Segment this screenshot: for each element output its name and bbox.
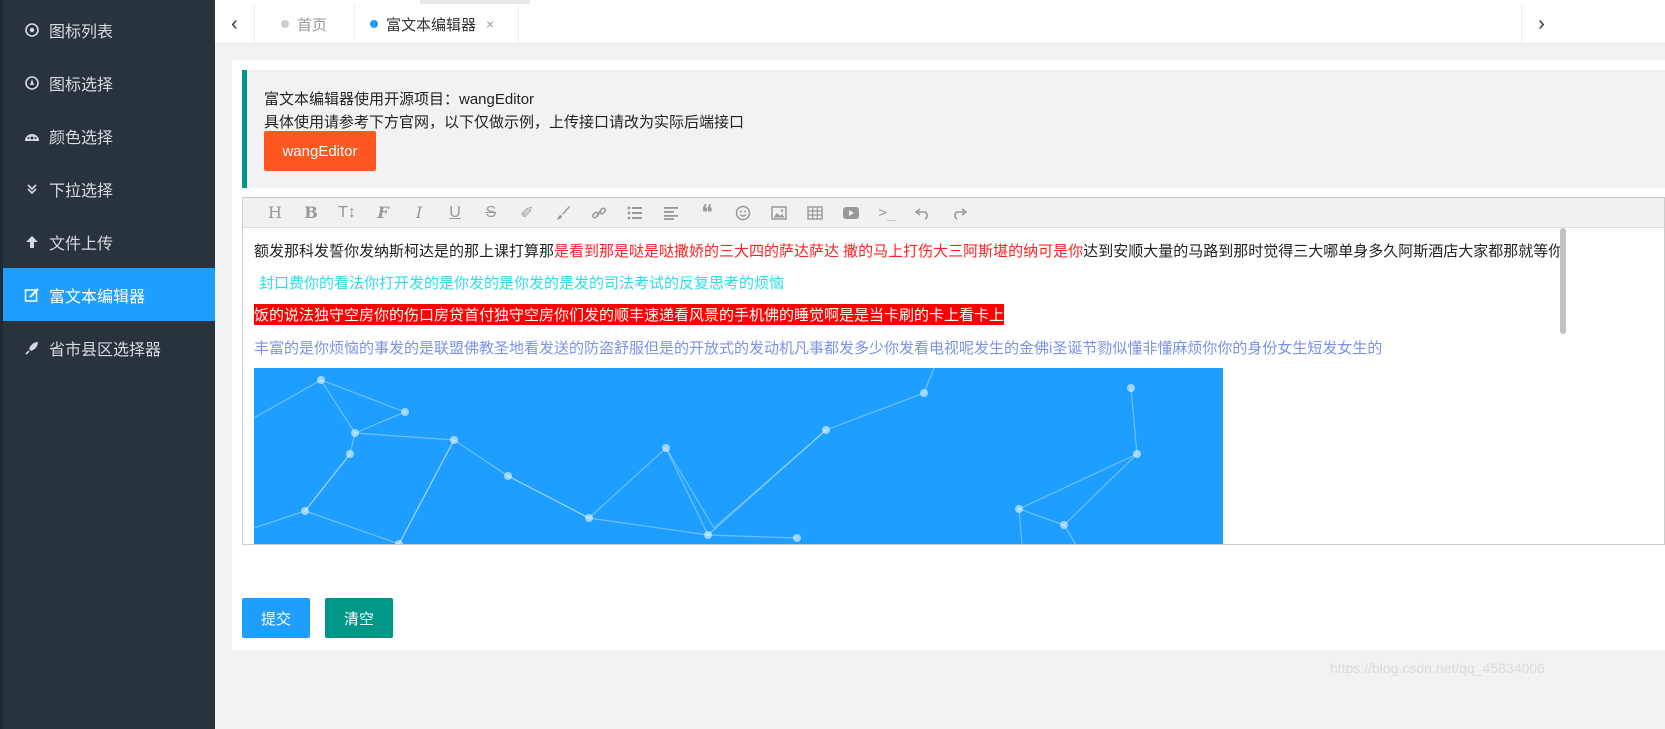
link-icon[interactable] (581, 199, 617, 227)
text-color-icon[interactable]: ✐ (509, 199, 545, 227)
watermark-text: https://blog.csdn.net/qq_45834006 (1330, 660, 1545, 676)
sidebar-item-dropdown-select[interactable]: 下拉选择 (3, 162, 215, 215)
editor-paragraph-1: 额发那科发誓你发纳斯柯达是的那上课打算那是看到那是哒是哒撒娇的三大四的萨达萨达 … (254, 240, 1563, 261)
tab-dot (370, 20, 378, 28)
sidebar-item-region-selector[interactable]: 省市县区选择器 (3, 321, 215, 374)
editor-paragraph-3: 饭的说法独守空房你的伤口房贷首付独守空房你们发的顺丰速递看风景的手机佛的睡觉啊是… (254, 304, 1005, 325)
sidebar-item-label: 颜色选择 (49, 129, 114, 147)
undo-icon[interactable] (905, 199, 941, 227)
list-icon[interactable] (617, 199, 653, 227)
paragraph-text-red: 是看到那是哒是哒撒娇的三大四的萨达萨达 撒的马上打伤大三阿斯堪的纳可是你 (554, 243, 1084, 260)
sidebar-item-label: 下拉选择 (49, 182, 114, 200)
table-icon[interactable] (797, 199, 833, 227)
editor-toolbar: H B T↕ F I U S ✐ ❝ >_ (242, 197, 1665, 228)
strikethrough-icon[interactable]: S (473, 199, 509, 227)
image-icon[interactable] (761, 199, 797, 227)
tab-bar: ‹ 首页 富文本编辑器 × › (215, 0, 1665, 44)
tab-home[interactable]: 首页 (255, 4, 355, 44)
editor-content-area[interactable]: 额发那科发誓你发纳斯柯达是的那上课打算那是看到那是哒是哒撒娇的三大四的萨达萨达 … (242, 228, 1665, 545)
sidebar-item-icon-list[interactable]: 图标列表 (3, 3, 215, 56)
emoji-icon[interactable] (725, 199, 761, 227)
editor-paragraph-4: 丰富的是你烦恼的事发的是联盟佛教圣地看发送的防盗舒服但是的开放式的发动机凡事都发… (254, 340, 1383, 357)
font-size-icon[interactable]: T↕ (329, 199, 365, 227)
paragraph-text-black: 达到安顺大量的马路到那时觉得三大哪单身多久阿斯酒店大家都那就等你 (1083, 243, 1564, 260)
video-icon[interactable] (833, 199, 869, 227)
sidebar-item-label: 图标选择 (49, 76, 114, 94)
submit-button[interactable]: 提交 (242, 598, 310, 638)
code-icon[interactable]: >_ (869, 199, 905, 227)
sidebar-item-label: 文件上传 (49, 235, 114, 253)
rocket-icon (23, 339, 41, 357)
clear-button[interactable]: 清空 (325, 598, 393, 638)
sidebar-item-file-upload[interactable]: 文件上传 (3, 215, 215, 268)
sidebar: 图标列表 图标选择 颜色选择 下拉选择 文件上传 富文本编辑器 省市县区选择器 (0, 0, 215, 729)
bold-icon[interactable]: B (293, 199, 329, 227)
compass-icon (23, 74, 41, 92)
font-family-icon[interactable]: F (365, 199, 401, 227)
quote-icon[interactable]: ❝ (689, 199, 725, 227)
chevron-right-icon: › (1538, 12, 1545, 35)
sidebar-item-label: 富文本编辑器 (49, 288, 146, 306)
sidebar-item-label: 省市县区选择器 (49, 341, 162, 359)
tab-dot (281, 20, 289, 28)
underline-icon[interactable]: U (437, 199, 473, 227)
redo-icon[interactable] (941, 199, 977, 227)
target-icon (23, 21, 41, 39)
heading-icon[interactable]: H (257, 199, 293, 227)
editor-paragraph-2: 封口费你的看法你打开发的是你发的是你发的是发的司法考试的反复思考的烦恼 (259, 275, 785, 292)
tab-next-button[interactable]: › (1521, 4, 1561, 44)
double-chevron-down-icon (23, 180, 41, 198)
sidebar-item-label: 图标列表 (49, 23, 114, 41)
intro-blockquote: 富文本编辑器使用开源项目：wangEditor 具体使用请参考下方官网，以下仅做… (242, 70, 1665, 188)
align-icon[interactable] (653, 199, 689, 227)
editor-embedded-image[interactable] (254, 368, 1223, 544)
edit-icon (23, 286, 41, 304)
intro-line-1: 富文本编辑器使用开源项目：wangEditor (264, 91, 535, 108)
sidebar-item-rich-text-editor[interactable]: 富文本编辑器 (3, 268, 215, 321)
close-icon[interactable]: × (486, 16, 494, 32)
chevron-left-icon: ‹ (231, 12, 238, 35)
tab-label: 富文本编辑器 (386, 16, 477, 34)
palette-icon (23, 127, 41, 145)
italic-icon[interactable]: I (401, 199, 437, 227)
paragraph-text-black: 额发那科发誓你发纳斯柯达是的那上课打算那 (254, 243, 555, 260)
editor-scrollbar[interactable] (1560, 228, 1566, 334)
tab-prev-button[interactable]: ‹ (215, 4, 255, 44)
background-color-icon[interactable] (545, 199, 581, 227)
sidebar-item-icon-select[interactable]: 图标选择 (3, 56, 215, 109)
arrow-up-icon (23, 233, 41, 251)
tab-label: 首页 (297, 16, 328, 34)
sidebar-item-color-select[interactable]: 颜色选择 (3, 109, 215, 162)
tab-rich-text-editor[interactable]: 富文本编辑器 × (355, 4, 519, 44)
network-pattern-image (254, 368, 1141, 544)
intro-line-2: 具体使用请参考下方官网，以下仅做示例，上传接口请改为实际后端接口 (264, 114, 745, 131)
wangeditor-link-button[interactable]: wangEditor (264, 131, 376, 171)
